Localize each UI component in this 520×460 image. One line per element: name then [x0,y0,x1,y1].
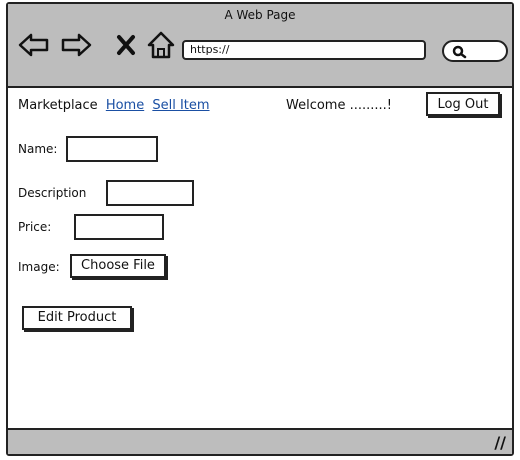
browser-chrome: A Web Page https:// [8,4,512,88]
welcome-text: Welcome .........! [286,98,392,113]
choose-file-button[interactable]: Choose File [70,254,166,278]
top-nav: Marketplace Home Sell Item [18,98,210,113]
page-content: Marketplace Home Sell Item Welcome .....… [8,88,512,432]
stop-icon[interactable] [116,34,136,56]
nav-link-sell-item[interactable]: Sell Item [152,98,209,113]
search-icon [452,45,467,59]
price-label: Price: [18,220,52,234]
search-box[interactable] [442,40,508,62]
window-title: A Web Page [224,8,296,22]
nav-link-home[interactable]: Home [106,98,144,113]
edit-product-button[interactable]: Edit Product [22,306,132,330]
price-field[interactable] [74,214,164,240]
forward-arrow-icon[interactable] [60,32,92,58]
name-field[interactable] [66,136,158,162]
resize-grip-icon[interactable]: // [494,433,506,452]
back-arrow-icon[interactable] [18,32,50,58]
image-label: Image: [18,260,60,274]
brand-label: Marketplace [18,98,98,113]
home-icon[interactable] [146,30,176,60]
name-label: Name: [18,142,58,156]
browser-window: A Web Page https:// Marketplace Home Sel… [6,2,514,456]
url-field[interactable]: https:// [182,40,426,60]
logout-button[interactable]: Log Out [426,92,500,116]
status-bar: // [8,428,512,454]
description-field[interactable] [106,180,194,206]
description-label: Description [18,186,87,200]
